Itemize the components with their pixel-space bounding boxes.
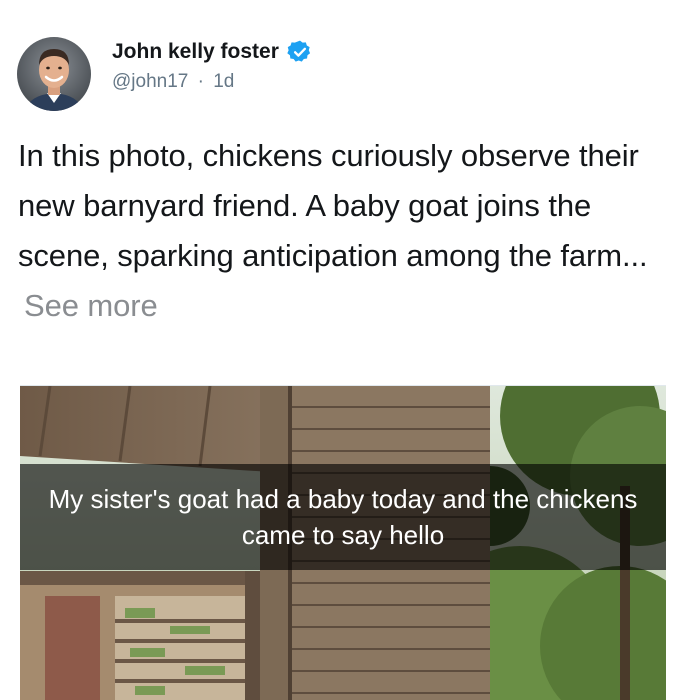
meta-row: @john17 · 1d [112,69,313,95]
photo-caption-text: My sister's goat had a baby today and th… [48,484,638,550]
verified-badge-icon [287,39,313,65]
tweet-text-block: In this photo, chickens curiously observ… [18,131,678,331]
tweet-card: John kelly foster @john17 · 1d In this p… [0,0,700,700]
meta-separator: · [197,71,204,92]
tweet-time[interactable]: 1d [213,71,234,92]
see-more-link[interactable]: See more [24,288,158,323]
name-row: John kelly foster [112,37,313,67]
author-avatar[interactable] [17,37,91,111]
photo-caption: My sister's goat had a baby today and th… [20,464,666,570]
author-name[interactable]: John kelly foster [112,37,279,67]
author-block: John kelly foster @john17 · 1d [112,37,313,95]
tweet-photo[interactable]: My sister's goat had a baby today and th… [20,385,666,700]
tweet-text: In this photo, chickens curiously observ… [18,138,648,273]
author-handle[interactable]: @john17 [112,71,188,92]
